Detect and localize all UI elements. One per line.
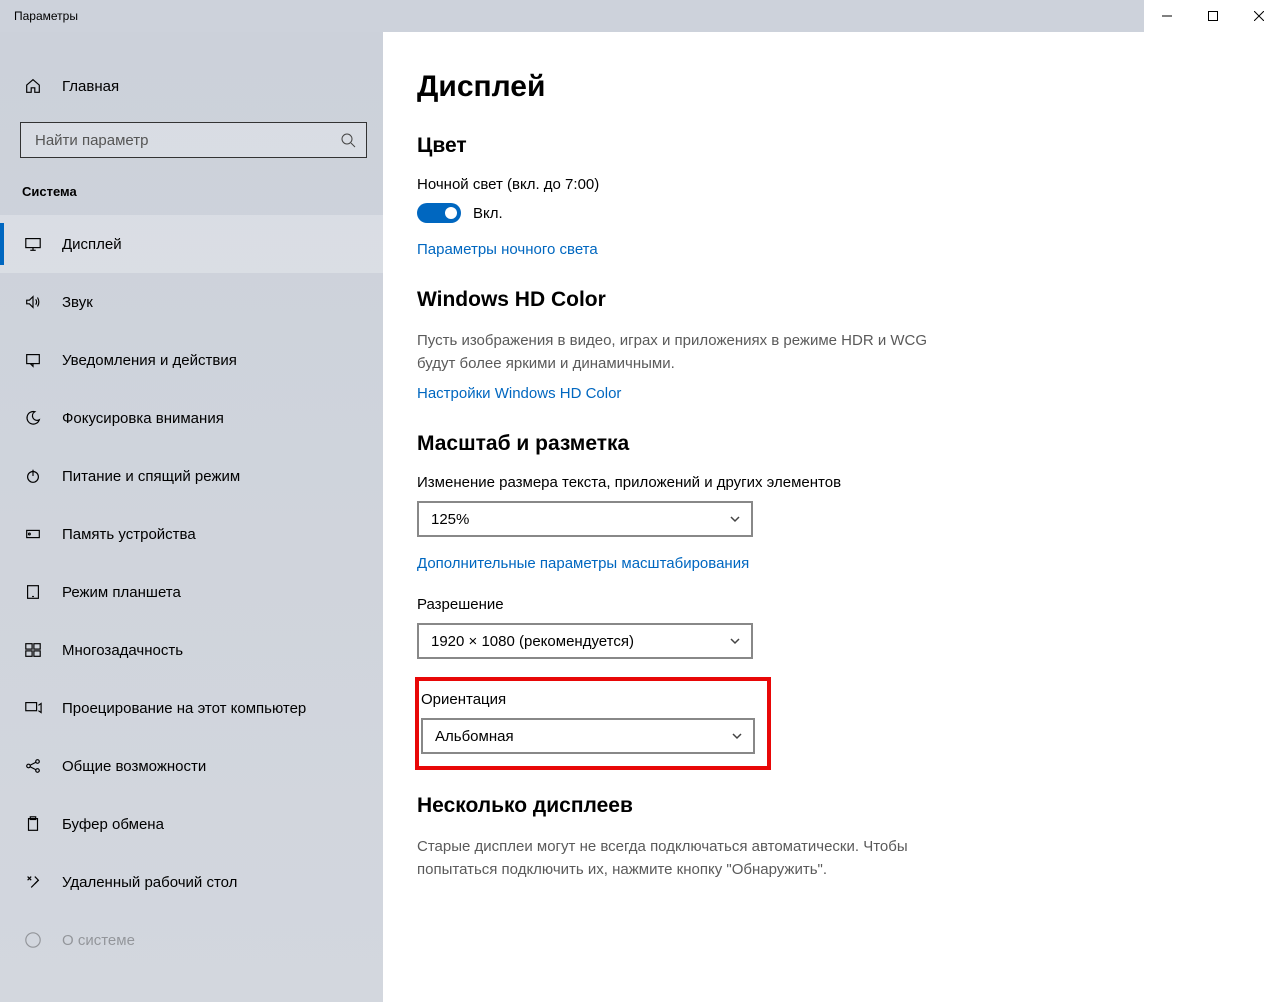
- resolution-label: Разрешение: [417, 596, 1023, 613]
- window-title: Параметры: [0, 9, 78, 23]
- sidebar-item-storage[interactable]: Память устройства: [0, 505, 383, 563]
- highlight-box: Ориентация Альбомная: [415, 677, 771, 770]
- scale-dropdown[interactable]: 125%: [417, 501, 753, 537]
- page-title: Дисплей: [417, 70, 1023, 104]
- sidebar-item-remote[interactable]: Удаленный рабочий стол: [0, 853, 383, 911]
- chevron-down-icon: [729, 635, 741, 647]
- sidebar-item-tablet[interactable]: Режим планшета: [0, 563, 383, 621]
- hdcolor-description: Пусть изображения в видео, играх и прило…: [417, 330, 957, 375]
- scale-label: Изменение размера текста, приложений и д…: [417, 474, 1023, 491]
- speaker-icon: [24, 293, 42, 311]
- search-input[interactable]: [35, 132, 340, 149]
- nav-label: Фокусировка внимания: [62, 410, 224, 427]
- scale-value: 125%: [431, 511, 729, 528]
- close-button[interactable]: [1236, 0, 1282, 32]
- hdcolor-settings-link[interactable]: Настройки Windows HD Color: [417, 385, 621, 402]
- search-icon: [340, 132, 356, 148]
- nav-label: Питание и спящий режим: [62, 468, 240, 485]
- remote-icon: [24, 873, 42, 891]
- sidebar-item-shared[interactable]: Общие возможности: [0, 737, 383, 795]
- resolution-value: 1920 × 1080 (рекомендуется): [431, 633, 729, 650]
- info-icon: [24, 931, 42, 949]
- nav-label: Многозадачность: [62, 642, 183, 659]
- chevron-down-icon: [731, 730, 743, 742]
- sidebar-item-multitask[interactable]: Многозадачность: [0, 621, 383, 679]
- sidebar-item-display[interactable]: Дисплей: [0, 215, 383, 273]
- nav-label: Дисплей: [62, 236, 122, 253]
- multidisplay-description: Старые дисплеи могут не всегда подключат…: [417, 836, 957, 881]
- section-color: Цвет: [417, 134, 1023, 158]
- orientation-value: Альбомная: [435, 728, 731, 745]
- orientation-label: Ориентация: [421, 691, 753, 708]
- home-icon: [24, 77, 42, 95]
- project-icon: [24, 699, 42, 717]
- nav-label: Звук: [62, 294, 93, 311]
- clipboard-icon: [24, 815, 42, 833]
- sidebar-item-focus[interactable]: Фокусировка внимания: [0, 389, 383, 447]
- night-light-settings-link[interactable]: Параметры ночного света: [417, 241, 598, 258]
- section-scale: Масштаб и разметка: [417, 432, 1023, 456]
- nav-label: Общие возможности: [62, 758, 206, 775]
- chevron-down-icon: [729, 513, 741, 525]
- section-multidisplay: Несколько дисплеев: [417, 794, 1023, 818]
- sidebar-item-about[interactable]: О системе: [0, 911, 383, 969]
- sidebar-item-projecting[interactable]: Проецирование на этот компьютер: [0, 679, 383, 737]
- search-box[interactable]: [20, 122, 367, 158]
- night-light-label: Ночной свет (вкл. до 7:00): [417, 176, 1023, 193]
- notification-icon: [24, 351, 42, 369]
- orientation-dropdown[interactable]: Альбомная: [421, 718, 755, 754]
- moon-icon: [24, 409, 42, 427]
- sidebar-item-clipboard[interactable]: Буфер обмена: [0, 795, 383, 853]
- home-label: Главная: [62, 78, 119, 95]
- nav-label: Удаленный рабочий стол: [62, 874, 237, 891]
- nav-label: Режим планшета: [62, 584, 181, 601]
- minimize-button[interactable]: [1144, 0, 1190, 32]
- sidebar-item-notifications[interactable]: Уведомления и действия: [0, 331, 383, 389]
- night-light-toggle[interactable]: [417, 203, 461, 223]
- storage-icon: [24, 525, 42, 543]
- multitask-icon: [24, 641, 42, 659]
- nav-label: Уведомления и действия: [62, 352, 237, 369]
- sidebar: Главная Система Дисплей Звук Уведомления…: [0, 32, 383, 1002]
- sidebar-item-sound[interactable]: Звук: [0, 273, 383, 331]
- window-controls: [1144, 0, 1282, 32]
- advanced-scale-link[interactable]: Дополнительные параметры масштабирования: [417, 555, 749, 572]
- share-icon: [24, 757, 42, 775]
- resolution-dropdown[interactable]: 1920 × 1080 (рекомендуется): [417, 623, 753, 659]
- main-content: Дисплей Цвет Ночной свет (вкл. до 7:00) …: [383, 32, 1023, 1002]
- tablet-icon: [24, 583, 42, 601]
- monitor-icon: [24, 235, 42, 253]
- titlebar: Параметры: [0, 0, 1282, 32]
- nav-label: Память устройства: [62, 526, 196, 543]
- sidebar-item-power[interactable]: Питание и спящий режим: [0, 447, 383, 505]
- section-hdcolor: Windows HD Color: [417, 288, 1023, 312]
- power-icon: [24, 467, 42, 485]
- toggle-state: Вкл.: [473, 205, 503, 222]
- nav-label: О системе: [62, 932, 135, 949]
- sidebar-group-label: Система: [0, 180, 383, 215]
- nav-label: Буфер обмена: [62, 816, 164, 833]
- home-nav[interactable]: Главная: [0, 62, 383, 110]
- nav-label: Проецирование на этот компьютер: [62, 700, 306, 717]
- maximize-button[interactable]: [1190, 0, 1236, 32]
